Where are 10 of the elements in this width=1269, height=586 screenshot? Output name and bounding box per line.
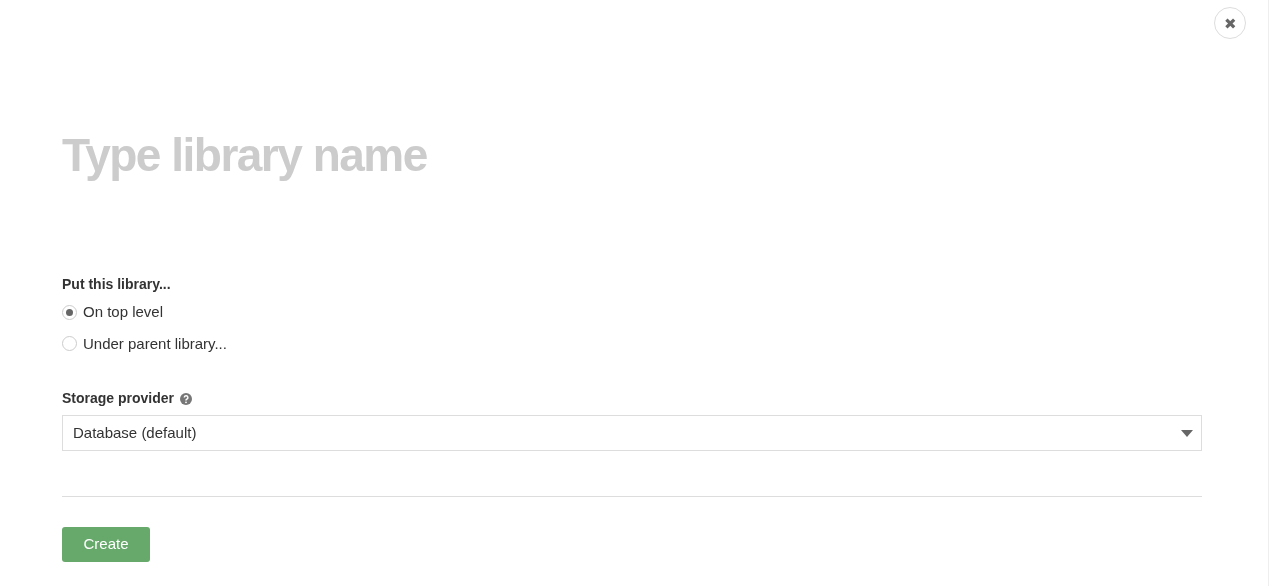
help-icon[interactable] xyxy=(180,392,193,405)
caret-icon xyxy=(1181,429,1193,437)
radio-button[interactable] xyxy=(62,336,77,352)
radio-button[interactable] xyxy=(62,304,77,320)
radio-label[interactable]: Under parent library... xyxy=(83,332,227,355)
storage-provider-select[interactable]: Database (default) xyxy=(62,415,1202,451)
radio-label[interactable]: On top level xyxy=(83,301,164,324)
placement-label: Put this library... xyxy=(62,275,172,294)
storage-provider-label: Storage provider xyxy=(62,389,175,408)
close-button[interactable]: ✖ xyxy=(1214,7,1246,39)
